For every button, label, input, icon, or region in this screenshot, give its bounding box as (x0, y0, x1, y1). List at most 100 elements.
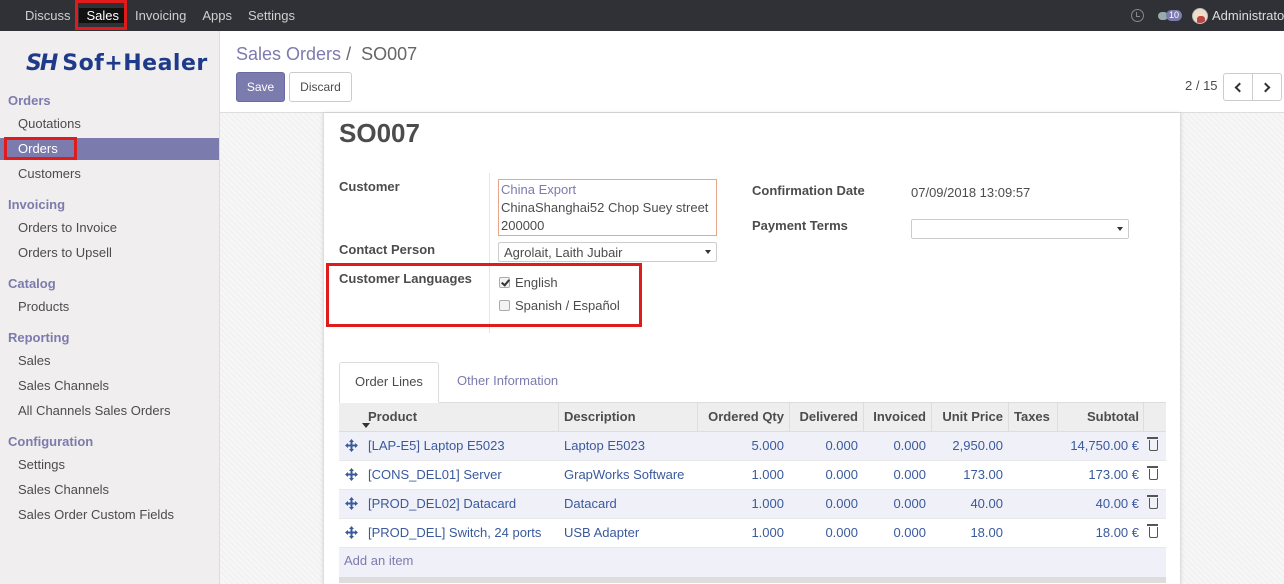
sidebar-item-orders-to-invoice[interactable]: Orders to Invoice (0, 217, 219, 239)
drag-handle-icon[interactable] (345, 526, 358, 539)
contact-person-value: Agrolait, Laith Jubair (504, 245, 623, 260)
cell-unit-price[interactable]: 18.00 (933, 519, 1003, 548)
col-unit-price[interactable]: Unit Price (933, 403, 1003, 432)
col-subtotal[interactable]: Subtotal (1059, 403, 1139, 432)
customer-address-line1: ChinaShanghai52 Chop Suey street (501, 200, 709, 215)
table-row[interactable]: [PROD_DEL02] Datacard Datacard 1.000 0.0… (339, 490, 1166, 519)
menu-invoicing[interactable]: Invoicing (127, 8, 194, 23)
softhealer-logo[interactable]: SH Sof+Healer (26, 51, 208, 76)
user-avatar[interactable] (1192, 7, 1208, 24)
sidebar-item-products[interactable]: Products (0, 296, 219, 318)
tab-other-information[interactable]: Other Information (442, 362, 573, 403)
trash-icon[interactable] (1147, 495, 1158, 509)
save-button[interactable]: Save (236, 72, 285, 102)
trash-icon[interactable] (1147, 466, 1158, 480)
cell-delivered[interactable]: 0.000 (791, 519, 858, 548)
breadcrumb-sales-orders[interactable]: Sales Orders (236, 44, 341, 64)
cell-product[interactable]: [LAP-E5] Laptop E5023 (368, 432, 558, 461)
col-product[interactable]: Product (368, 403, 553, 432)
caret-down-icon (705, 250, 711, 254)
customer-address-line2: 200000 (501, 218, 545, 233)
cell-product[interactable]: [CONS_DEL01] Server (368, 461, 558, 490)
sidebar-item-customers[interactable]: Customers (0, 163, 219, 185)
cell-subtotal: 18.00 € (1095, 525, 1139, 540)
messaging-menu[interactable]: 10 (1157, 10, 1182, 21)
cell-delivered[interactable]: 0.000 (791, 490, 858, 519)
cell-unit-price[interactable]: 173.00 (933, 461, 1003, 490)
cell-invoiced[interactable]: 0.000 (865, 461, 926, 490)
cell-subtotal: 40.00 € (1095, 496, 1139, 511)
menu-apps[interactable]: Apps (194, 8, 240, 23)
tab-order-lines[interactable]: Order Lines (339, 362, 439, 403)
cell-invoiced[interactable]: 0.000 (865, 432, 926, 461)
systray: 10 Administrator (1130, 0, 1284, 31)
app-menu: Discuss Sales Invoicing Apps Settings (17, 0, 303, 31)
order-title: SO007 (339, 118, 420, 148)
pager-value[interactable]: 2 / 15 (1185, 78, 1218, 93)
drag-handle-icon[interactable] (345, 497, 358, 510)
cell-subtotal: 173.00 € (1088, 467, 1139, 482)
menu-settings[interactable]: Settings (240, 8, 303, 23)
pager-next-button[interactable] (1252, 73, 1282, 101)
cell-ordered-qty[interactable]: 1.000 (699, 490, 784, 519)
sidebar-item-quotations[interactable]: Quotations (0, 113, 219, 135)
cell-ordered-qty[interactable]: 5.000 (699, 432, 784, 461)
user-name[interactable]: Administrator (1212, 8, 1284, 23)
highlight-box-orders (4, 137, 77, 160)
sidebar-item-sales-order-custom-fields[interactable]: Sales Order Custom Fields (0, 504, 219, 526)
cell-invoiced[interactable]: 0.000 (865, 490, 926, 519)
sidebar-item-sales-channels[interactable]: Sales Channels (0, 479, 219, 501)
cell-product[interactable]: [PROD_DEL02] Datacard (368, 490, 558, 519)
drag-handle-icon[interactable] (345, 468, 358, 481)
table-row[interactable]: [LAP-E5] Laptop E5023 Laptop E5023 5.000… (339, 432, 1166, 461)
sidebar-item-sales-channels-report[interactable]: Sales Channels (0, 375, 219, 397)
control-panel: Sales Orders / SO007 Save Discard 2 / 15 (220, 31, 1284, 113)
cell-description[interactable]: Laptop E5023 (564, 432, 694, 461)
cell-product[interactable]: [PROD_DEL] Switch, 24 ports (368, 519, 558, 548)
sidebar-item-sales-report[interactable]: Sales (0, 350, 219, 372)
col-invoiced[interactable]: Invoiced (865, 403, 926, 432)
highlight-box-sales (75, 0, 127, 30)
sidebar: SH Sof+Healer Orders Quotations Orders C… (0, 31, 220, 584)
col-taxes[interactable]: Taxes (1014, 403, 1054, 432)
discard-button[interactable]: Discard (289, 72, 352, 102)
col-ordered-qty[interactable]: Ordered Qty (699, 403, 784, 432)
column-divider (789, 403, 790, 432)
pager-previous-button[interactable] (1223, 73, 1253, 101)
sidebar-item-all-channels-sales-orders[interactable]: All Channels Sales Orders (0, 400, 219, 422)
sidebar-item-orders-to-upsell[interactable]: Orders to Upsell (0, 242, 219, 264)
notebook-tabs: Order Lines Other Information (339, 362, 1166, 403)
cell-delivered[interactable]: 0.000 (791, 432, 858, 461)
confirmation-date-label: Confirmation Date (752, 183, 865, 198)
sidebar-section-invoicing: Invoicing (8, 197, 66, 212)
cell-unit-price[interactable]: 40.00 (933, 490, 1003, 519)
order-lines-table: Product Description Ordered Qty Delivere… (339, 403, 1166, 583)
payment-terms-select[interactable] (911, 219, 1129, 239)
menu-discuss[interactable]: Discuss (17, 8, 79, 23)
sidebar-item-settings[interactable]: Settings (0, 454, 219, 476)
contact-person-select[interactable]: Agrolait, Laith Jubair (498, 242, 717, 262)
trash-icon[interactable] (1147, 524, 1158, 538)
cell-ordered-qty[interactable]: 1.000 (699, 461, 784, 490)
cell-delivered[interactable]: 0.000 (791, 461, 858, 490)
table-row[interactable]: [PROD_DEL] Switch, 24 ports USB Adapter … (339, 519, 1166, 548)
col-description[interactable]: Description (564, 403, 694, 432)
customer-field[interactable]: China Export ChinaShanghai52 Chop Suey s… (498, 179, 717, 236)
customer-name[interactable]: China Export (501, 181, 714, 199)
cell-invoiced[interactable]: 0.000 (865, 519, 926, 548)
activity-clock-icon[interactable] (1130, 9, 1144, 22)
top-navbar: Discuss Sales Invoicing Apps Settings 10… (0, 0, 1284, 31)
cell-unit-price[interactable]: 2,950.00 (933, 432, 1003, 461)
col-delivered[interactable]: Delivered (791, 403, 858, 432)
sidebar-section-configuration: Configuration (8, 434, 94, 449)
table-row[interactable]: [CONS_DEL01] Server GrapWorks Software 1… (339, 461, 1166, 490)
cell-description[interactable]: USB Adapter (564, 519, 694, 548)
cell-description[interactable]: GrapWorks Software (564, 461, 694, 490)
cell-description[interactable]: Datacard (564, 490, 694, 519)
sidebar-section-orders: Orders (8, 93, 51, 108)
add-item-link[interactable]: Add an item (339, 548, 1166, 577)
confirmation-date-value[interactable]: 07/09/2018 13:09:57 (911, 185, 1030, 200)
drag-handle-icon[interactable] (345, 439, 358, 452)
trash-icon[interactable] (1147, 437, 1158, 451)
cell-ordered-qty[interactable]: 1.000 (699, 519, 784, 548)
